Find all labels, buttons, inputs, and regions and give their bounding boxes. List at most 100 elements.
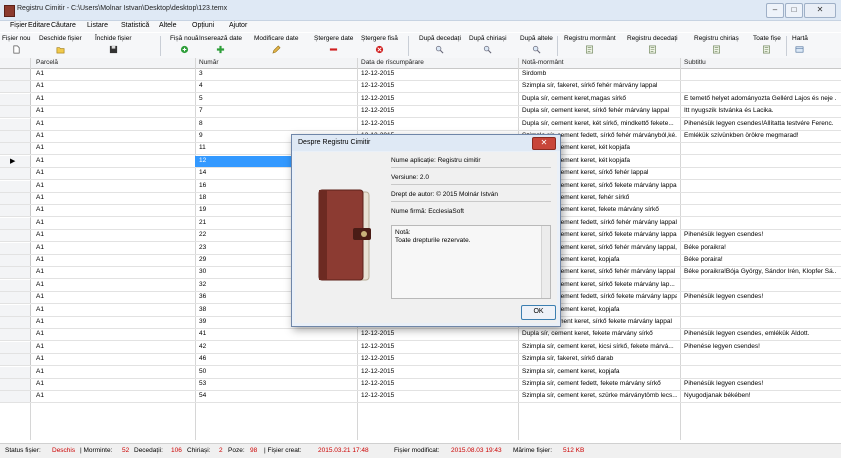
table-row[interactable]: A1 8 12-12-2015 Dupla sír, cement keret, ké… [0, 118, 841, 131]
row-selector[interactable] [0, 304, 31, 316]
toolbar-button-4[interactable]: Inserează date [199, 35, 242, 57]
table-cell[interactable]: A1 [36, 330, 191, 337]
menu-3[interactable]: Listare [87, 22, 108, 29]
menu-2[interactable]: Căutare [51, 22, 76, 29]
table-cell[interactable]: Pihenésük legyen csendes! [684, 293, 836, 300]
row-selector[interactable] [0, 93, 31, 105]
row-selector[interactable]: ▶ [0, 155, 31, 167]
table-cell[interactable]: 12-12-2015 [361, 107, 516, 114]
table-cell[interactable]: 12-12-2015 [361, 120, 516, 127]
table-cell[interactable]: A1 [36, 355, 191, 362]
table-cell[interactable]: 12-12-2015 [361, 330, 516, 337]
row-selector[interactable] [0, 205, 31, 217]
table-cell[interactable]: 12-12-2015 [361, 95, 516, 102]
row-selector[interactable] [0, 292, 31, 304]
toolbar-button-10[interactable]: După altele [520, 35, 553, 57]
table-cell[interactable]: A1 [36, 268, 191, 275]
toolbar-button-14[interactable]: Toate fișe [753, 35, 781, 57]
table-cell[interactable]: A1 [36, 343, 191, 350]
table-cell[interactable]: 53 [199, 380, 354, 387]
column-header-numar[interactable]: Număr [199, 59, 219, 66]
table-cell[interactable]: 3 [199, 70, 354, 77]
toolbar-button-13[interactable]: Registru chiriaș [694, 35, 739, 57]
table-cell[interactable]: 54 [199, 392, 354, 399]
table-cell[interactable]: A1 [36, 392, 191, 399]
row-selector[interactable] [0, 193, 31, 204]
table-cell[interactable]: A1 [36, 318, 191, 325]
table-cell[interactable]: A1 [36, 169, 191, 176]
table-cell[interactable]: A1 [36, 107, 191, 114]
toolbar-button-3[interactable]: Fișă nouă [170, 35, 199, 57]
table-cell[interactable]: 12-12-2015 [361, 343, 516, 350]
minimize-icon[interactable]: – [766, 3, 784, 18]
table-cell[interactable]: A1 [36, 157, 191, 164]
table-cell[interactable]: Pihenésük legyen csendes! [684, 380, 836, 387]
table-cell[interactable]: A1 [36, 368, 191, 375]
table-row[interactable]: A1 41 12-12-2015 Dupla sír, cement keret, f… [0, 329, 841, 342]
ok-button[interactable]: OK [521, 305, 556, 320]
table-cell[interactable]: 41 [199, 330, 354, 337]
row-selector[interactable] [0, 180, 31, 192]
toolbar-button-6[interactable]: Ștergere date [314, 35, 353, 57]
column-header-subtitlu[interactable]: Subtitlu [684, 59, 706, 66]
table-cell[interactable]: 4 [199, 82, 354, 89]
table-cell[interactable]: Szimpla sír, cement keret, szürke márván… [522, 392, 677, 399]
table-cell[interactable]: Dupla sír, cement keret,magas sírkő [522, 95, 677, 102]
row-selector[interactable] [0, 131, 31, 142]
toolbar-button-11[interactable]: Registru mormânt [564, 35, 616, 57]
table-cell[interactable]: 12-12-2015 [361, 380, 516, 387]
table-cell[interactable]: A1 [36, 206, 191, 213]
menu-5[interactable]: Altele [159, 22, 177, 29]
row-selector[interactable] [0, 391, 31, 403]
toolbar-button-1[interactable]: Deschide fișier [39, 35, 82, 57]
table-cell[interactable]: A1 [36, 306, 191, 313]
table-row[interactable]: A1 7 12-12-2015 Dupla sír, cement keret, sí… [0, 106, 841, 119]
table-row[interactable]: A1 53 12-12-2015 Szimpla sír, cement fedett… [0, 379, 841, 391]
row-selector[interactable] [0, 69, 31, 80]
table-cell[interactable]: A1 [36, 95, 191, 102]
table-cell[interactable]: Nyugodjanak békében! [684, 392, 836, 399]
table-cell[interactable]: Pihenésük legyen csendes!Állítatta testv… [684, 120, 836, 127]
table-cell[interactable]: Szimpla sír, cement fedett, fekete márvá… [522, 380, 677, 387]
row-selector[interactable] [0, 143, 31, 155]
row-selector[interactable] [0, 317, 31, 328]
table-cell[interactable]: 50 [199, 368, 354, 375]
table-row[interactable]: A1 46 12-12-2015 Szimpla sír, fakeret, sírk… [0, 354, 841, 367]
table-row[interactable]: A1 3 12-12-2015 Sirdomb [0, 69, 841, 81]
column-header-data[interactable]: Data de rîscumpărare [361, 59, 424, 66]
table-cell[interactable]: Dupla sír, cement keret, két sírkő, mind… [522, 120, 677, 127]
table-cell[interactable]: Sirdomb [522, 70, 677, 77]
table-cell[interactable]: A1 [36, 380, 191, 387]
table-cell[interactable]: Itt nyugszik Istvánka és Lacika. [684, 107, 836, 114]
row-selector[interactable] [0, 354, 31, 366]
table-cell[interactable]: 8 [199, 120, 354, 127]
maximize-icon[interactable]: □ [785, 3, 803, 18]
toolbar-button-8[interactable]: După decedați [419, 35, 461, 57]
toolbar-button-2[interactable]: Închide fișier [95, 35, 132, 57]
row-selector[interactable] [0, 267, 31, 279]
row-selector[interactable] [0, 118, 31, 130]
row-selector[interactable] [0, 81, 31, 93]
table-cell[interactable]: A1 [36, 219, 191, 226]
toolbar-button-9[interactable]: După chiriași [469, 35, 507, 57]
table-cell[interactable]: A1 [36, 144, 191, 151]
dialog-notes-scrollbar[interactable] [541, 226, 550, 298]
toolbar-button-0[interactable]: Fișier nou [2, 35, 31, 57]
table-cell[interactable]: Szimpla sír, fakeret, sírkő darab [522, 355, 677, 362]
table-cell[interactable]: Dupla sír, cement keret, sírkő fehér már… [522, 107, 677, 114]
table-cell[interactable]: Szimpla sír, cement keret, kicsi sírkő, … [522, 343, 677, 350]
row-selector[interactable] [0, 279, 31, 291]
table-cell[interactable]: 7 [199, 107, 354, 114]
toolbar-button-5[interactable]: Modificare date [254, 35, 298, 57]
table-cell[interactable]: Szimpla sír, fakeret, sírkő fehér márván… [522, 82, 677, 89]
toolbar-button-12[interactable]: Registru decedați [627, 35, 678, 57]
table-row[interactable]: A1 42 12-12-2015 Szimpla sír, cement keret,… [0, 341, 841, 354]
dialog-notes-box[interactable]: Notă: Toate drepturile rezervate. [391, 225, 551, 299]
menu-4[interactable]: Statistică [121, 22, 149, 29]
table-cell[interactable]: Emlékük szívünkben örökre megmarad! [684, 132, 836, 139]
menu-0[interactable]: Fișier [10, 22, 27, 29]
column-header-parcela[interactable]: Parcelă [36, 59, 58, 66]
table-cell[interactable]: 12-12-2015 [361, 82, 516, 89]
table-cell[interactable]: A1 [36, 244, 191, 251]
row-selector[interactable] [0, 106, 31, 118]
